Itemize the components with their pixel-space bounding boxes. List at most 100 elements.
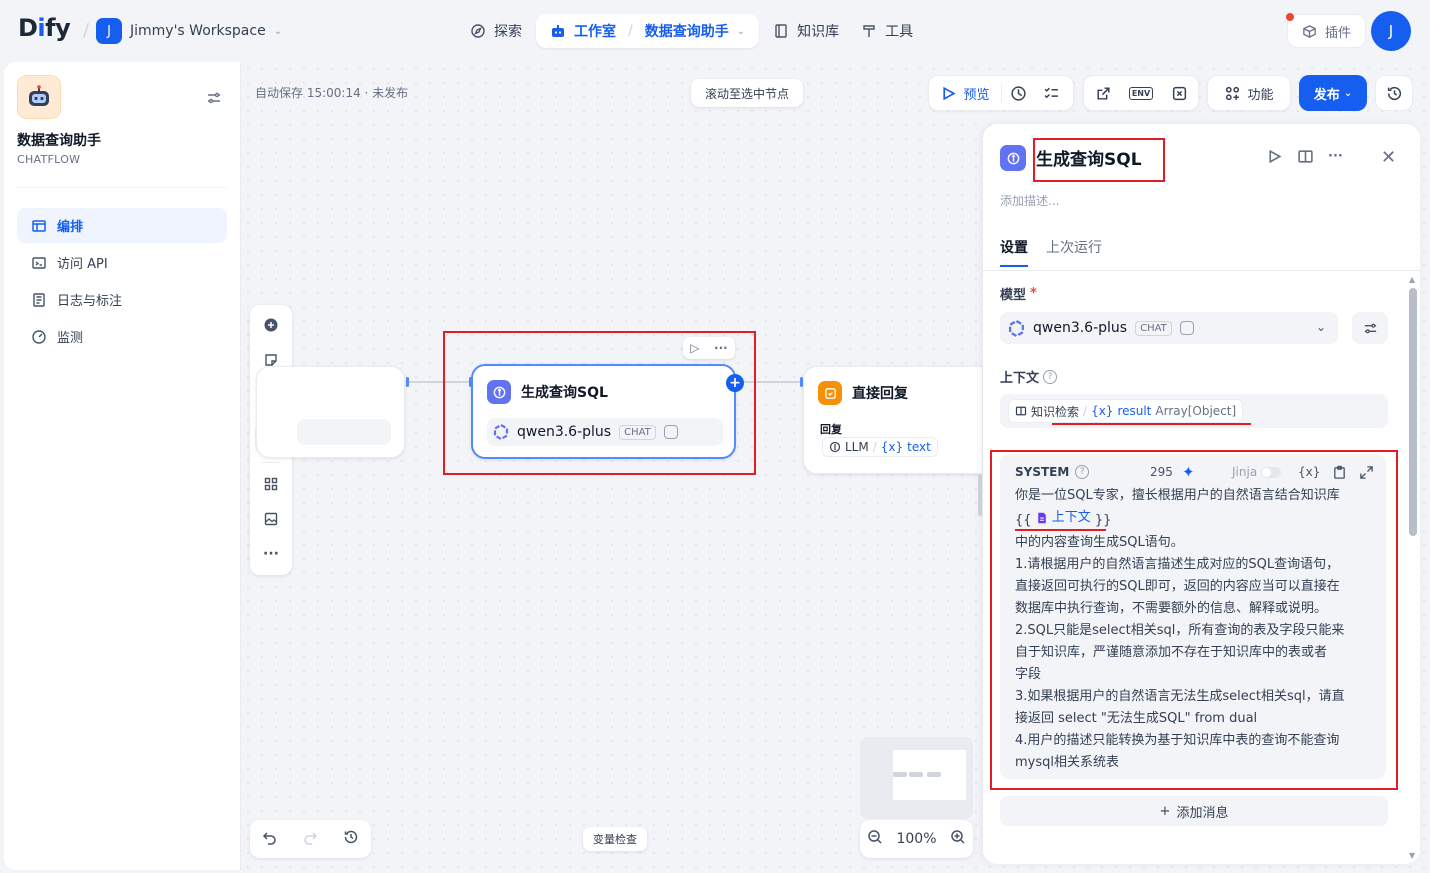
run-history-button[interactable] (1002, 76, 1035, 110)
organize-button[interactable] (255, 469, 287, 499)
features-button[interactable]: 功能 (1208, 76, 1290, 110)
ellipsis-icon[interactable]: ··· (714, 341, 728, 355)
chevron-down-icon: ⌄ (1343, 87, 1353, 99)
zoom-in-icon[interactable] (950, 829, 966, 849)
toggle-switch[interactable] (1261, 466, 1282, 478)
preview-button[interactable]: 预览 (929, 76, 1001, 110)
workspace-switcher[interactable]: J Jimmy's Workspace ⌄ (96, 18, 282, 44)
ellipsis-icon: ··· (263, 546, 279, 562)
nav-knowledge[interactable]: 知识库 (765, 14, 847, 48)
cube-icon (1303, 24, 1316, 38)
help-icon[interactable]: ? (1043, 369, 1058, 384)
minimap[interactable] (860, 737, 973, 819)
nav-tools[interactable]: 工具 (853, 14, 921, 48)
nav-studio[interactable]: 工作室 / 数据查询助手 ⌄ (536, 14, 760, 48)
clipboard-icon[interactable] (1332, 465, 1347, 480)
hammer-icon (863, 25, 875, 37)
help-icon[interactable]: ? (1075, 465, 1090, 479)
autosave-status: 自动保存 15:00:14 · 未发布 (255, 86, 409, 100)
node-handle[interactable] (406, 377, 409, 387)
close-icon[interactable]: ✕ (1381, 147, 1396, 168)
zoom-level[interactable]: 100% (896, 831, 936, 847)
tab-last-run[interactable]: 上次运行 (1046, 237, 1102, 267)
redo-icon[interactable] (302, 829, 318, 849)
previous-node[interactable] (256, 366, 405, 458)
context-label: 上下文 ? (1000, 367, 1058, 386)
nav-separator: / (83, 20, 90, 41)
run-toolbar: 预览 (928, 75, 1074, 111)
edge-llm-to-answer (744, 381, 803, 383)
chevron-down-icon: ⌄ (1315, 320, 1326, 334)
vision-icon (1179, 321, 1194, 335)
sidebar-item-logs[interactable]: 日志与标注 (17, 282, 227, 317)
config-toolbar: ENV (1083, 75, 1199, 111)
dify-logo[interactable]: Dify (18, 14, 71, 42)
checklist-icon (1044, 87, 1058, 98)
panel-scrollbar[interactable] (1409, 288, 1417, 536)
system-prompt-editor[interactable]: SYSTEM ? 295 ✦ Jinja {x} 你是一位SQL专家，擅长根据用… (1000, 454, 1386, 779)
top-navbar: Dify / J Jimmy's Workspace ⌄ 探索 工作室 / 数据… (0, 0, 1430, 62)
expand-icon[interactable] (1359, 465, 1374, 480)
share-icon (1096, 86, 1110, 100)
variable-inspect-button[interactable]: 变量检查 (583, 827, 647, 851)
panel-resize-handle[interactable] (978, 474, 982, 516)
main-nav: 探索 工作室 / 数据查询助手 ⌄ 知识库 工具 (462, 14, 921, 48)
description-placeholder[interactable]: 添加描述... (1000, 192, 1059, 209)
model-params-button[interactable] (1352, 312, 1388, 344)
sparkle-icon[interactable]: ✦ (1182, 463, 1195, 481)
scroll-up-arrow[interactable]: ▲ (1409, 275, 1415, 284)
plus-icon: + (1159, 803, 1171, 819)
terminal-icon (32, 256, 46, 269)
publish-button[interactable]: 发布 ⌄ (1299, 75, 1367, 111)
conversation-var-button[interactable] (1160, 76, 1198, 110)
tab-settings[interactable]: 设置 (1000, 237, 1028, 267)
more-options-button[interactable]: ··· (255, 539, 287, 569)
undo-icon[interactable] (262, 829, 278, 849)
panel-tabs: 设置 上次运行 (1000, 237, 1102, 267)
checklist-button[interactable] (1035, 76, 1068, 110)
node-quick-actions: ▷ ··· (683, 337, 735, 359)
play-icon[interactable]: ▷ (690, 341, 699, 355)
jinja-toggle[interactable]: Jinja (1232, 465, 1282, 479)
app-sidebar: 数据查询助手 CHATFLOW 编排 访问 API 日志与标注 监测 (4, 62, 241, 870)
version-history-button[interactable] (1375, 75, 1413, 111)
vision-icon (663, 425, 678, 439)
add-node-button[interactable] (255, 310, 287, 340)
model-mode-chip: CHAT (1135, 320, 1172, 336)
features-group: 功能 (1207, 75, 1291, 111)
import-dsl-button[interactable] (1084, 76, 1122, 110)
sidebar-item-orchestrate[interactable]: 编排 (17, 208, 227, 243)
context-variable-tag[interactable]: 知识检索 / {x} result Array[Object] (1008, 399, 1244, 423)
sidebar-item-api[interactable]: 访问 API (17, 245, 227, 280)
nav-explore[interactable]: 探索 (462, 14, 530, 48)
variable-box-icon (1172, 86, 1186, 100)
scroll-to-selected-button[interactable]: 滚动至选中节点 (691, 79, 804, 107)
book-open-icon[interactable] (1297, 148, 1314, 165)
add-message-button[interactable]: + 添加消息 (1000, 796, 1388, 826)
answer-node[interactable]: 直接回复 回复 LLM / {x} text (803, 366, 983, 474)
answer-label: 回复 (820, 423, 842, 436)
llm-icon (829, 441, 841, 453)
sidebar-item-monitor[interactable]: 监测 (17, 319, 227, 354)
apps-icon (1226, 86, 1240, 100)
zoom-out-icon[interactable] (867, 829, 883, 849)
app-settings-icon[interactable] (206, 90, 222, 110)
env-button[interactable]: ENV (1122, 76, 1160, 110)
history-icon[interactable] (343, 829, 359, 849)
panel-title[interactable]: 生成查询SQL (1036, 145, 1142, 170)
context-reference-tag[interactable]: 上下文 (1036, 507, 1091, 529)
model-selector[interactable]: qwen3.6-plus CHAT ⌄ (1000, 312, 1338, 344)
token-count: 295 (1150, 465, 1173, 479)
user-avatar[interactable]: J (1371, 11, 1411, 51)
add-next-node-button[interactable]: + (726, 374, 744, 392)
plugins-button[interactable]: 插件 (1286, 13, 1367, 48)
llm-node[interactable]: 生成查询SQL qwen3.6-plus CHAT (471, 364, 736, 459)
play-icon[interactable] (1266, 148, 1283, 165)
system-prompt-title: SYSTEM (1015, 465, 1070, 479)
edge-previous-to-llm (406, 381, 471, 383)
current-app-name[interactable]: 数据查询助手 (645, 21, 729, 41)
scroll-down-arrow[interactable]: ▼ (1409, 851, 1415, 860)
export-image-button[interactable] (255, 504, 287, 534)
variable-icon[interactable]: {x} (1298, 465, 1320, 480)
ellipsis-icon[interactable]: ··· (1328, 149, 1343, 164)
